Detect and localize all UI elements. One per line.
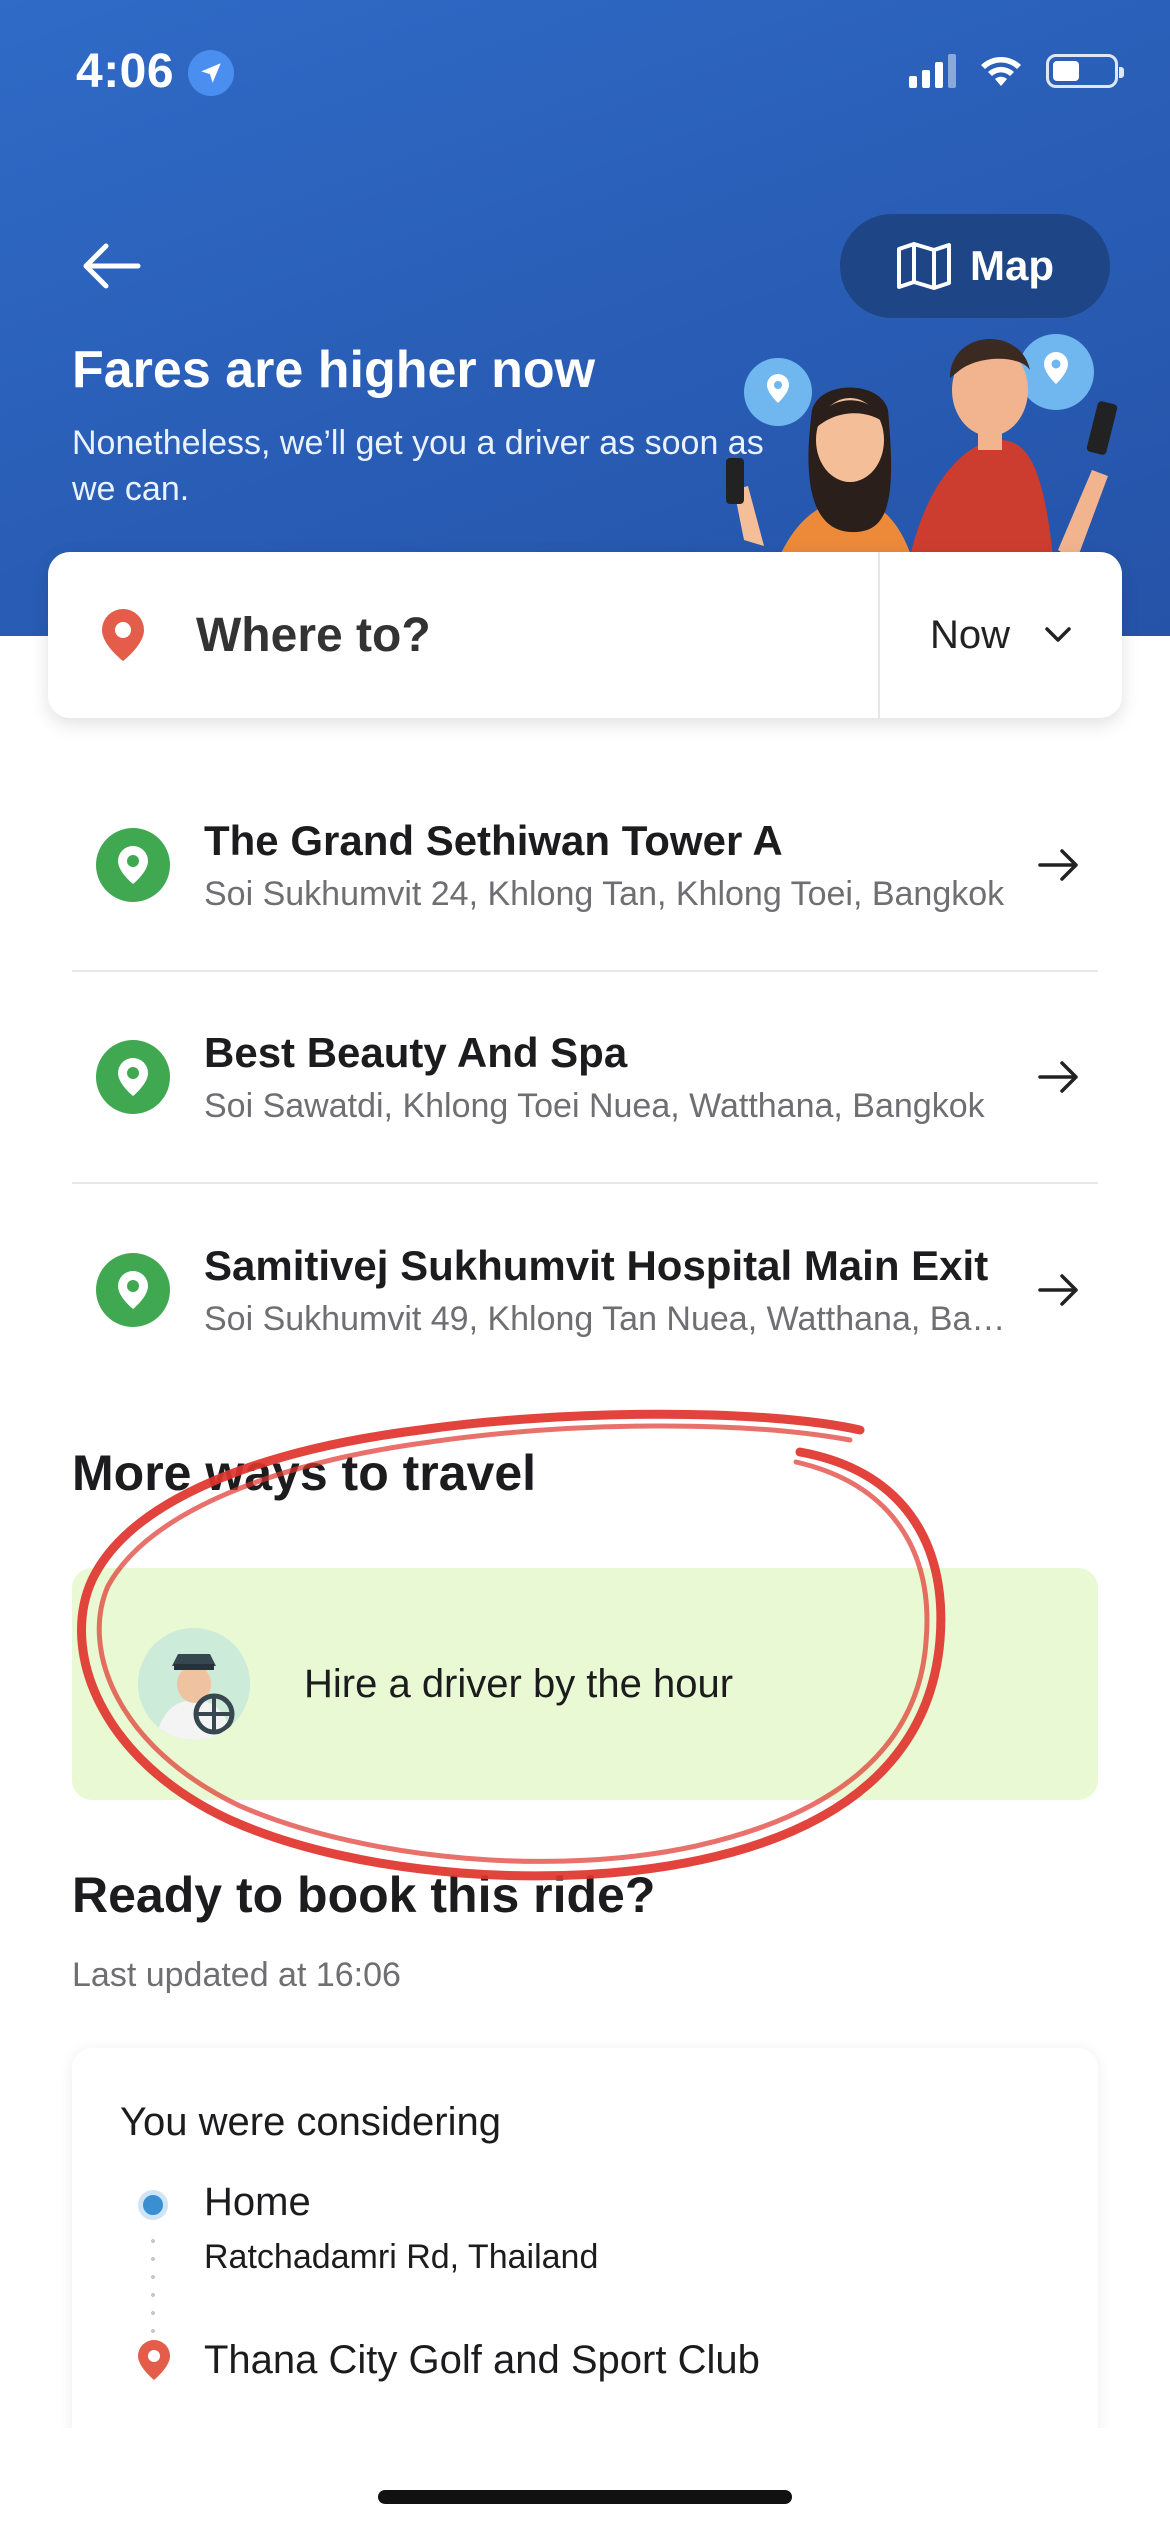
chevron-down-icon <box>1045 627 1071 642</box>
destination-placeholder: Where to? <box>196 608 431 662</box>
place-address: Soi Sawatdi, Khlong Toei Nuea, Watthana,… <box>204 1086 985 1125</box>
destination-pin-icon <box>138 2340 170 2380</box>
pickup-address: Ratchadamri Rd, Thailand <box>204 2238 599 2276</box>
home-indicator[interactable] <box>378 2490 792 2504</box>
search-bar: Where to? Now <box>48 552 1122 718</box>
hire-driver-label: Hire a driver by the hour <box>304 1661 734 1706</box>
hire-driver-card[interactable]: Hire a driver by the hour <box>72 1568 1098 1800</box>
place-name: Samitivej Sukhumvit Hospital Main Exit <box>204 1241 989 1289</box>
status-time: 4:06 <box>76 45 175 98</box>
arrow-right-icon <box>1038 1061 1078 1093</box>
list-item[interactable]: Samitivej Sukhumvit Hospital Main Exit S… <box>72 1184 1098 1396</box>
chauffeur-icon <box>138 1628 250 1740</box>
saved-place-pin-icon <box>96 1040 170 1114</box>
destination-input[interactable]: Where to? <box>48 552 878 718</box>
header-banner: 4:06 Map Fares are higher now Nonetheles… <box>0 0 1170 636</box>
saved-place-pin-icon <box>96 828 170 902</box>
recent-destinations: The Grand Sethiwan Tower A Soi Sukhumvit… <box>72 760 1098 1396</box>
ready-heading: Ready to book this ride? <box>72 1867 656 1923</box>
saved-place-pin-icon <box>96 1253 170 1327</box>
map-button-label: Map <box>970 242 1054 289</box>
place-name: Best Beauty And Spa <box>204 1028 628 1076</box>
page-title: Fares are higher now <box>72 341 596 399</box>
last-updated-text: Last updated at 16:06 <box>72 1956 401 1994</box>
destination-name: Thana City Golf and Sport Club <box>204 2338 760 2382</box>
more-ways-heading: More ways to travel <box>72 1445 537 1501</box>
place-name: The Grand Sethiwan Tower A <box>204 816 783 864</box>
back-button[interactable] <box>78 236 148 296</box>
arrow-right-icon <box>1038 1274 1078 1306</box>
page-subtitle: Nonetheless, we’ll get you a driver as s… <box>72 424 764 508</box>
list-item[interactable]: Best Beauty And Spa Soi Sawatdi, Khlong … <box>72 972 1098 1184</box>
arrow-right-icon <box>1038 849 1078 881</box>
bottom-safe-area <box>0 2428 1170 2532</box>
map-icon <box>897 242 951 290</box>
back-arrow-icon <box>83 243 141 289</box>
wifi-icon <box>981 57 1021 86</box>
considering-label: You were considering <box>120 2100 501 2144</box>
place-address: Soi Sukhumvit 24, Khlong Tan, Khlong Toe… <box>204 874 1005 913</box>
status-icons <box>909 54 1124 88</box>
location-pin-icon <box>102 609 144 661</box>
cellular-signal-icon <box>909 54 956 88</box>
time-selector-label: Now <box>929 612 1011 657</box>
battery-icon <box>1046 54 1124 88</box>
previous-ride-card[interactable]: You were considering Home Ratchadamri Rd… <box>72 2048 1098 2468</box>
pickup-dot-icon <box>138 2190 168 2220</box>
location-arrow-icon <box>188 50 234 96</box>
list-item[interactable]: The Grand Sethiwan Tower A Soi Sukhumvit… <box>72 760 1098 972</box>
pickup-name: Home <box>204 2180 311 2224</box>
place-address: Soi Sukhumvit 49, Khlong Tan Nuea, Watth… <box>204 1299 1014 1338</box>
time-selector[interactable]: Now <box>880 552 1122 718</box>
